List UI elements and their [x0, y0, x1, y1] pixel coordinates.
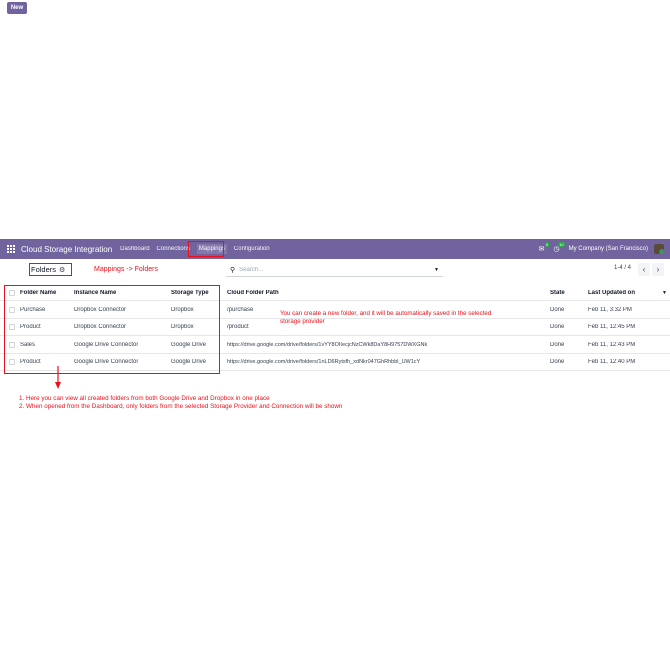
- cell-last-updated: Feb 11, 12:43 PM: [588, 342, 636, 348]
- cell-state: Done: [550, 342, 565, 348]
- activity-badge: 10: [558, 242, 565, 247]
- cell-cloud-folder-path: https://drive.google.com/drive/folders/1…: [227, 359, 421, 365]
- annotation-create-folder-line1: You can create a new folder, and it will…: [280, 310, 492, 317]
- annotation-create-folder: You can create a new folder, and it will…: [280, 310, 491, 326]
- annotation-create-folder-line2: storage provider: [280, 318, 325, 325]
- pager-previous-button[interactable]: ‹: [638, 263, 650, 276]
- optional-columns-icon[interactable]: ▼: [662, 290, 667, 296]
- annotation-note-1: 1. Here you can view all created folders…: [19, 395, 270, 402]
- apps-menu-icon[interactable]: [7, 245, 15, 253]
- new-button[interactable]: New: [7, 2, 27, 14]
- annotation-note-2: 2. When opened from the Dashboard, only …: [19, 403, 343, 410]
- annotation-arrow-icon: [55, 366, 61, 389]
- search-icon: ⚲: [230, 266, 236, 274]
- columns-highlight-box: [4, 285, 220, 374]
- annotation-notes: 1. Here you can view all created folders…: [19, 395, 342, 411]
- annotation-mappings-folders: Mappings -> Folders: [94, 266, 159, 273]
- search-bar[interactable]: ⚲ ▼: [226, 263, 443, 277]
- header-last-updated[interactable]: Last Updated on: [588, 290, 635, 296]
- pager-next-button[interactable]: ›: [652, 263, 664, 276]
- folders-highlight-box: [29, 263, 72, 276]
- navbar-systray: ✉ 5 ◷ 10 My Company (San Francisco): [539, 242, 670, 255]
- cell-state: Done: [550, 324, 565, 330]
- activity-clock-icon[interactable]: ◷ 10: [554, 242, 565, 253]
- cell-cloud-folder-path: https://drive.google.com/drive/folders/1…: [227, 342, 428, 348]
- company-switcher[interactable]: My Company (San Francisco): [569, 246, 648, 252]
- nav-item-dashboard[interactable]: Dashboard: [120, 246, 149, 252]
- cell-last-updated: Feb 11, 12:40 PM: [588, 359, 636, 365]
- nav-item-configuration[interactable]: Configuration: [234, 246, 270, 252]
- cell-last-updated: Feb 11, 3:32 PM: [588, 307, 632, 313]
- header-cloud-folder-path[interactable]: Cloud Folder Path: [227, 290, 279, 296]
- mappings-highlight-box: [188, 241, 224, 257]
- pager-value[interactable]: 1-4 / 4: [614, 265, 631, 271]
- header-state[interactable]: State: [550, 290, 565, 296]
- cell-last-updated: Feb 11, 12:45 PM: [588, 324, 636, 330]
- chat-badge: 5: [544, 242, 550, 247]
- nav-item-connections[interactable]: Connections: [157, 246, 190, 252]
- search-options-toggle-icon[interactable]: ▼: [434, 267, 439, 273]
- user-avatar[interactable]: [654, 244, 665, 255]
- cell-state: Done: [550, 359, 565, 365]
- cell-state: Done: [550, 307, 565, 313]
- search-input[interactable]: [239, 266, 430, 273]
- app-title[interactable]: Cloud Storage Integration: [21, 245, 112, 254]
- top-navbar: Cloud Storage Integration Dashboard Conn…: [0, 239, 670, 259]
- chat-icon[interactable]: ✉ 5: [539, 242, 550, 253]
